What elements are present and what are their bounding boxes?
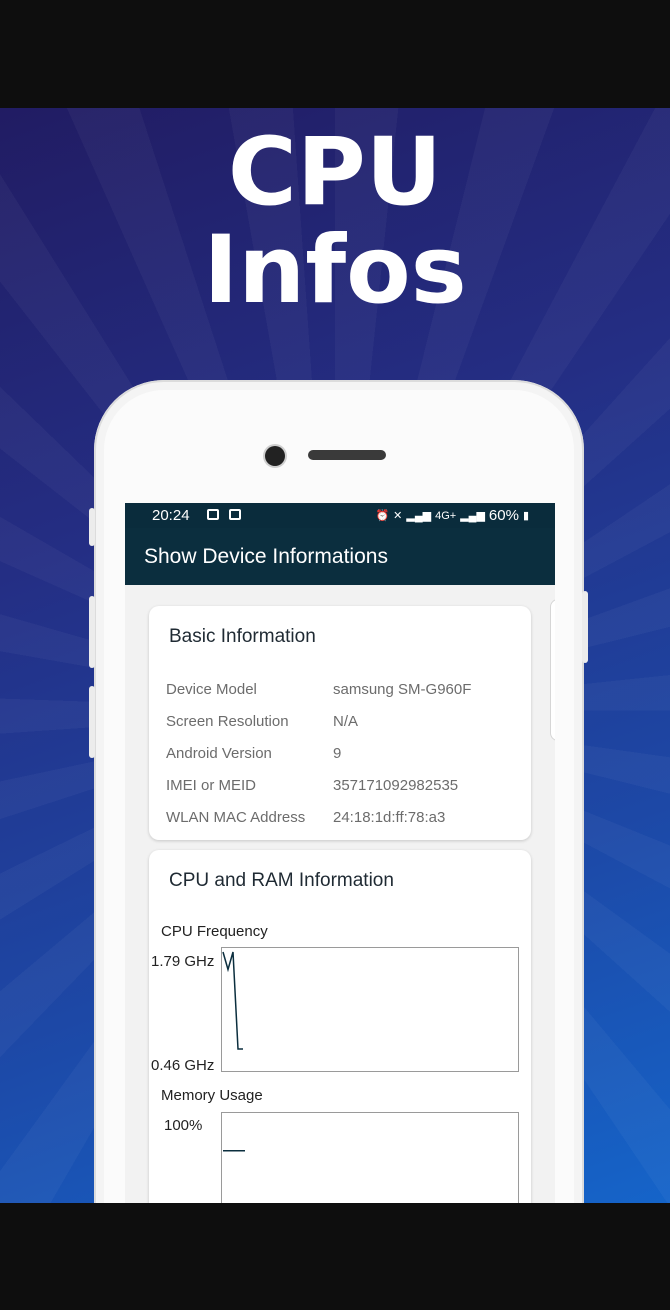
basic-info-card: Basic Information Device Model samsung S… — [149, 606, 531, 840]
wlan-mac-value: 24:18:1d:ff:78:a3 — [333, 809, 446, 826]
promo-banner: CPU Infos 20:24 ⏰ ✕ ▂▄▆ 4G+ ▂▄▆ 60% ▮ Sh… — [0, 108, 670, 1203]
basic-info-title: Basic Information — [169, 626, 316, 647]
cpu-frequency-graph — [221, 947, 519, 1072]
signal-icon: ▂▄▆ — [406, 510, 432, 522]
next-card-peek[interactable] — [550, 599, 555, 741]
phone-side-button-3 — [89, 686, 95, 758]
memory-usage-label: Memory Usage — [161, 1087, 263, 1104]
status-bar: 20:24 ⏰ ✕ ▂▄▆ 4G+ ▂▄▆ 60% ▮ — [125, 503, 555, 528]
cpu-frequency-line — [222, 951, 243, 1050]
signal-icon-2: ▂▄▆ — [460, 510, 485, 522]
network-type: 4G+ — [435, 509, 457, 522]
cpu-ram-title: CPU and RAM Information — [169, 870, 394, 891]
phone-screen: 20:24 ⏰ ✕ ▂▄▆ 4G+ ▂▄▆ 60% ▮ Show Device … — [125, 503, 555, 1203]
battery-icon: ▮ — [522, 510, 529, 522]
cpu-max-label: 1.79 GHz — [151, 953, 215, 970]
memory-usage-graph — [221, 1112, 519, 1203]
battery-percent: 60% — [488, 507, 519, 524]
front-camera — [265, 446, 285, 466]
imei-value: 357171092982535 — [333, 777, 459, 794]
gallery-icon — [229, 509, 241, 520]
top-letterbox — [0, 0, 670, 108]
cpu-ram-card: CPU and RAM Information CPU Frequency 1.… — [149, 850, 531, 1203]
headline-line-2: Infos — [203, 216, 467, 325]
memory-usage-plot — [223, 1149, 245, 1152]
cpu-min-label: 0.46 GHz — [151, 1057, 215, 1074]
phone-side-button-1 — [89, 508, 95, 546]
memory-max-label: 100% — [164, 1117, 203, 1134]
status-time: 20:24 — [152, 507, 190, 524]
android-version-value: 9 — [333, 745, 342, 762]
screen-resolution-value: N/A — [333, 713, 359, 730]
device-model-value: samsung SM-G960F — [333, 681, 472, 698]
phone-side-button-4 — [582, 591, 588, 663]
wlan-mac-label: WLAN MAC Address — [166, 809, 306, 826]
bottom-letterbox — [0, 1203, 670, 1310]
device-model-label: Device Model — [166, 681, 257, 698]
earpiece-speaker — [308, 450, 386, 460]
imei-label: IMEI or MEID — [166, 777, 257, 794]
mute-icon: ✕ — [393, 510, 403, 522]
headline-line-1: CPU — [227, 118, 443, 227]
screen-resolution-label: Screen Resolution — [166, 713, 289, 730]
status-right: ⏰ ✕ ▂▄▆ 4G+ ▂▄▆ 60% ▮ — [375, 507, 529, 524]
cpu-frequency-label: CPU Frequency — [161, 923, 268, 940]
alarm-icon: ⏰ — [375, 510, 390, 522]
notification-icon — [207, 509, 219, 520]
cpu-frequency-plot — [222, 951, 243, 1050]
app-bar-title: Show Device Informations — [125, 528, 555, 585]
phone-side-button-2 — [89, 596, 95, 668]
android-version-label: Android Version — [166, 745, 272, 762]
